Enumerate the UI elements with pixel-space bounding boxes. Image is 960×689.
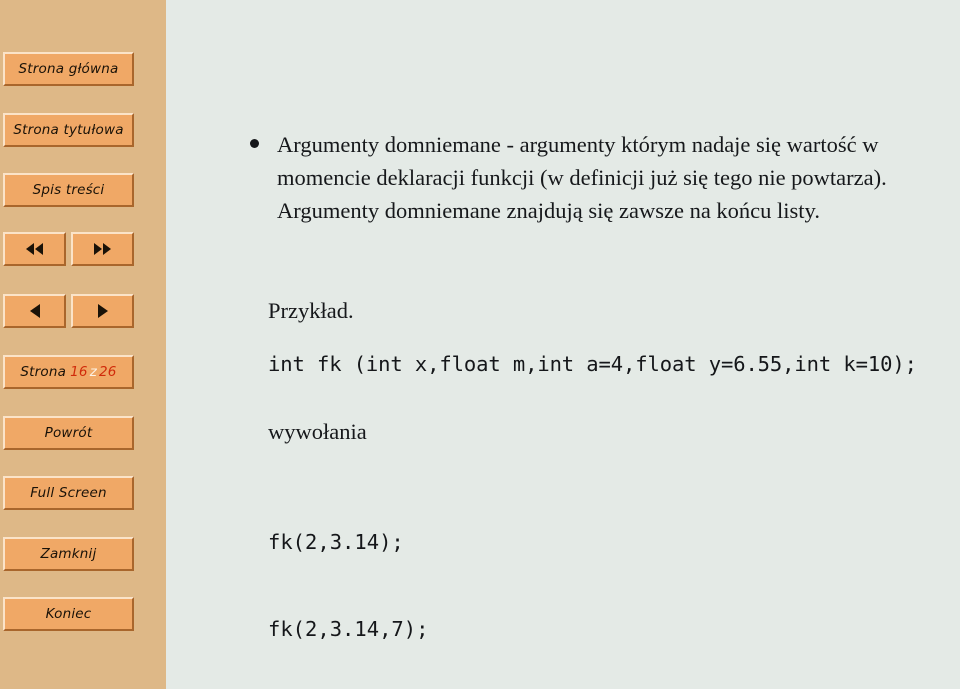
triangle-left-icon xyxy=(29,304,40,318)
calls-heading: wywołania xyxy=(268,419,367,444)
full-screen-button-label: Full Screen xyxy=(30,485,107,501)
full-screen-button[interactable]: Full Screen xyxy=(3,476,134,510)
code-line: fk(2,3.14); xyxy=(268,530,404,554)
quit-button[interactable]: Koniec xyxy=(3,597,134,631)
sidebar-button-column: Strona główna Strona tytułowa Spis treśc… xyxy=(0,0,141,689)
bullet-list-item: Argumenty domniemane - argumenty którym … xyxy=(250,128,910,227)
page-indicator-separator: z xyxy=(89,364,97,380)
fast-backward-button[interactable] xyxy=(3,232,66,266)
previous-page-button[interactable] xyxy=(3,294,66,328)
slide-content: Argumenty domniemane - argumenty którym … xyxy=(166,0,960,689)
bullet-point-icon xyxy=(250,139,259,148)
function-calls-code: fk(2,3.14); fk(2,3.14,7); fk(2,3.14,7,0.… xyxy=(268,470,552,689)
fast-backward-icon xyxy=(26,243,43,255)
function-signature-code: int fk (int x,float m,int a=4,float y=6.… xyxy=(268,352,917,376)
back-button-label: Powrót xyxy=(44,425,93,441)
quit-button-label: Koniec xyxy=(45,606,92,622)
page-indicator[interactable]: Strona 16 z 26 xyxy=(3,355,134,389)
sidebar-item-title-page-label: Strona tytułowa xyxy=(13,122,124,138)
navigation-sidebar: Strona główna Strona tytułowa Spis treśc… xyxy=(0,0,166,689)
back-button[interactable]: Powrót xyxy=(3,416,134,450)
page-indicator-word: Strona xyxy=(20,364,67,380)
sidebar-item-toc-label: Spis treści xyxy=(32,182,105,198)
code-line: fk(2,3.14,7); xyxy=(268,617,429,641)
next-page-button[interactable] xyxy=(71,294,134,328)
fast-forward-button[interactable] xyxy=(71,232,134,266)
sidebar-item-home-label: Strona główna xyxy=(18,61,119,77)
close-button-label: Zamknij xyxy=(40,546,97,562)
sidebar-item-title-page[interactable]: Strona tytułowa xyxy=(3,113,134,147)
sidebar-item-home[interactable]: Strona główna xyxy=(3,52,134,86)
triangle-right-icon xyxy=(97,304,108,318)
page-indicator-current: 16 xyxy=(70,364,88,380)
close-button[interactable]: Zamknij xyxy=(3,537,134,571)
fast-forward-icon xyxy=(94,243,111,255)
sidebar-item-table-of-contents[interactable]: Spis treści xyxy=(3,173,134,207)
example-heading: Przykład. xyxy=(268,298,354,323)
page-indicator-total: 26 xyxy=(99,364,117,380)
bullet-text: Argumenty domniemane - argumenty którym … xyxy=(277,132,887,223)
slide-viewer: Strona główna Strona tytułowa Spis treśc… xyxy=(0,0,960,689)
